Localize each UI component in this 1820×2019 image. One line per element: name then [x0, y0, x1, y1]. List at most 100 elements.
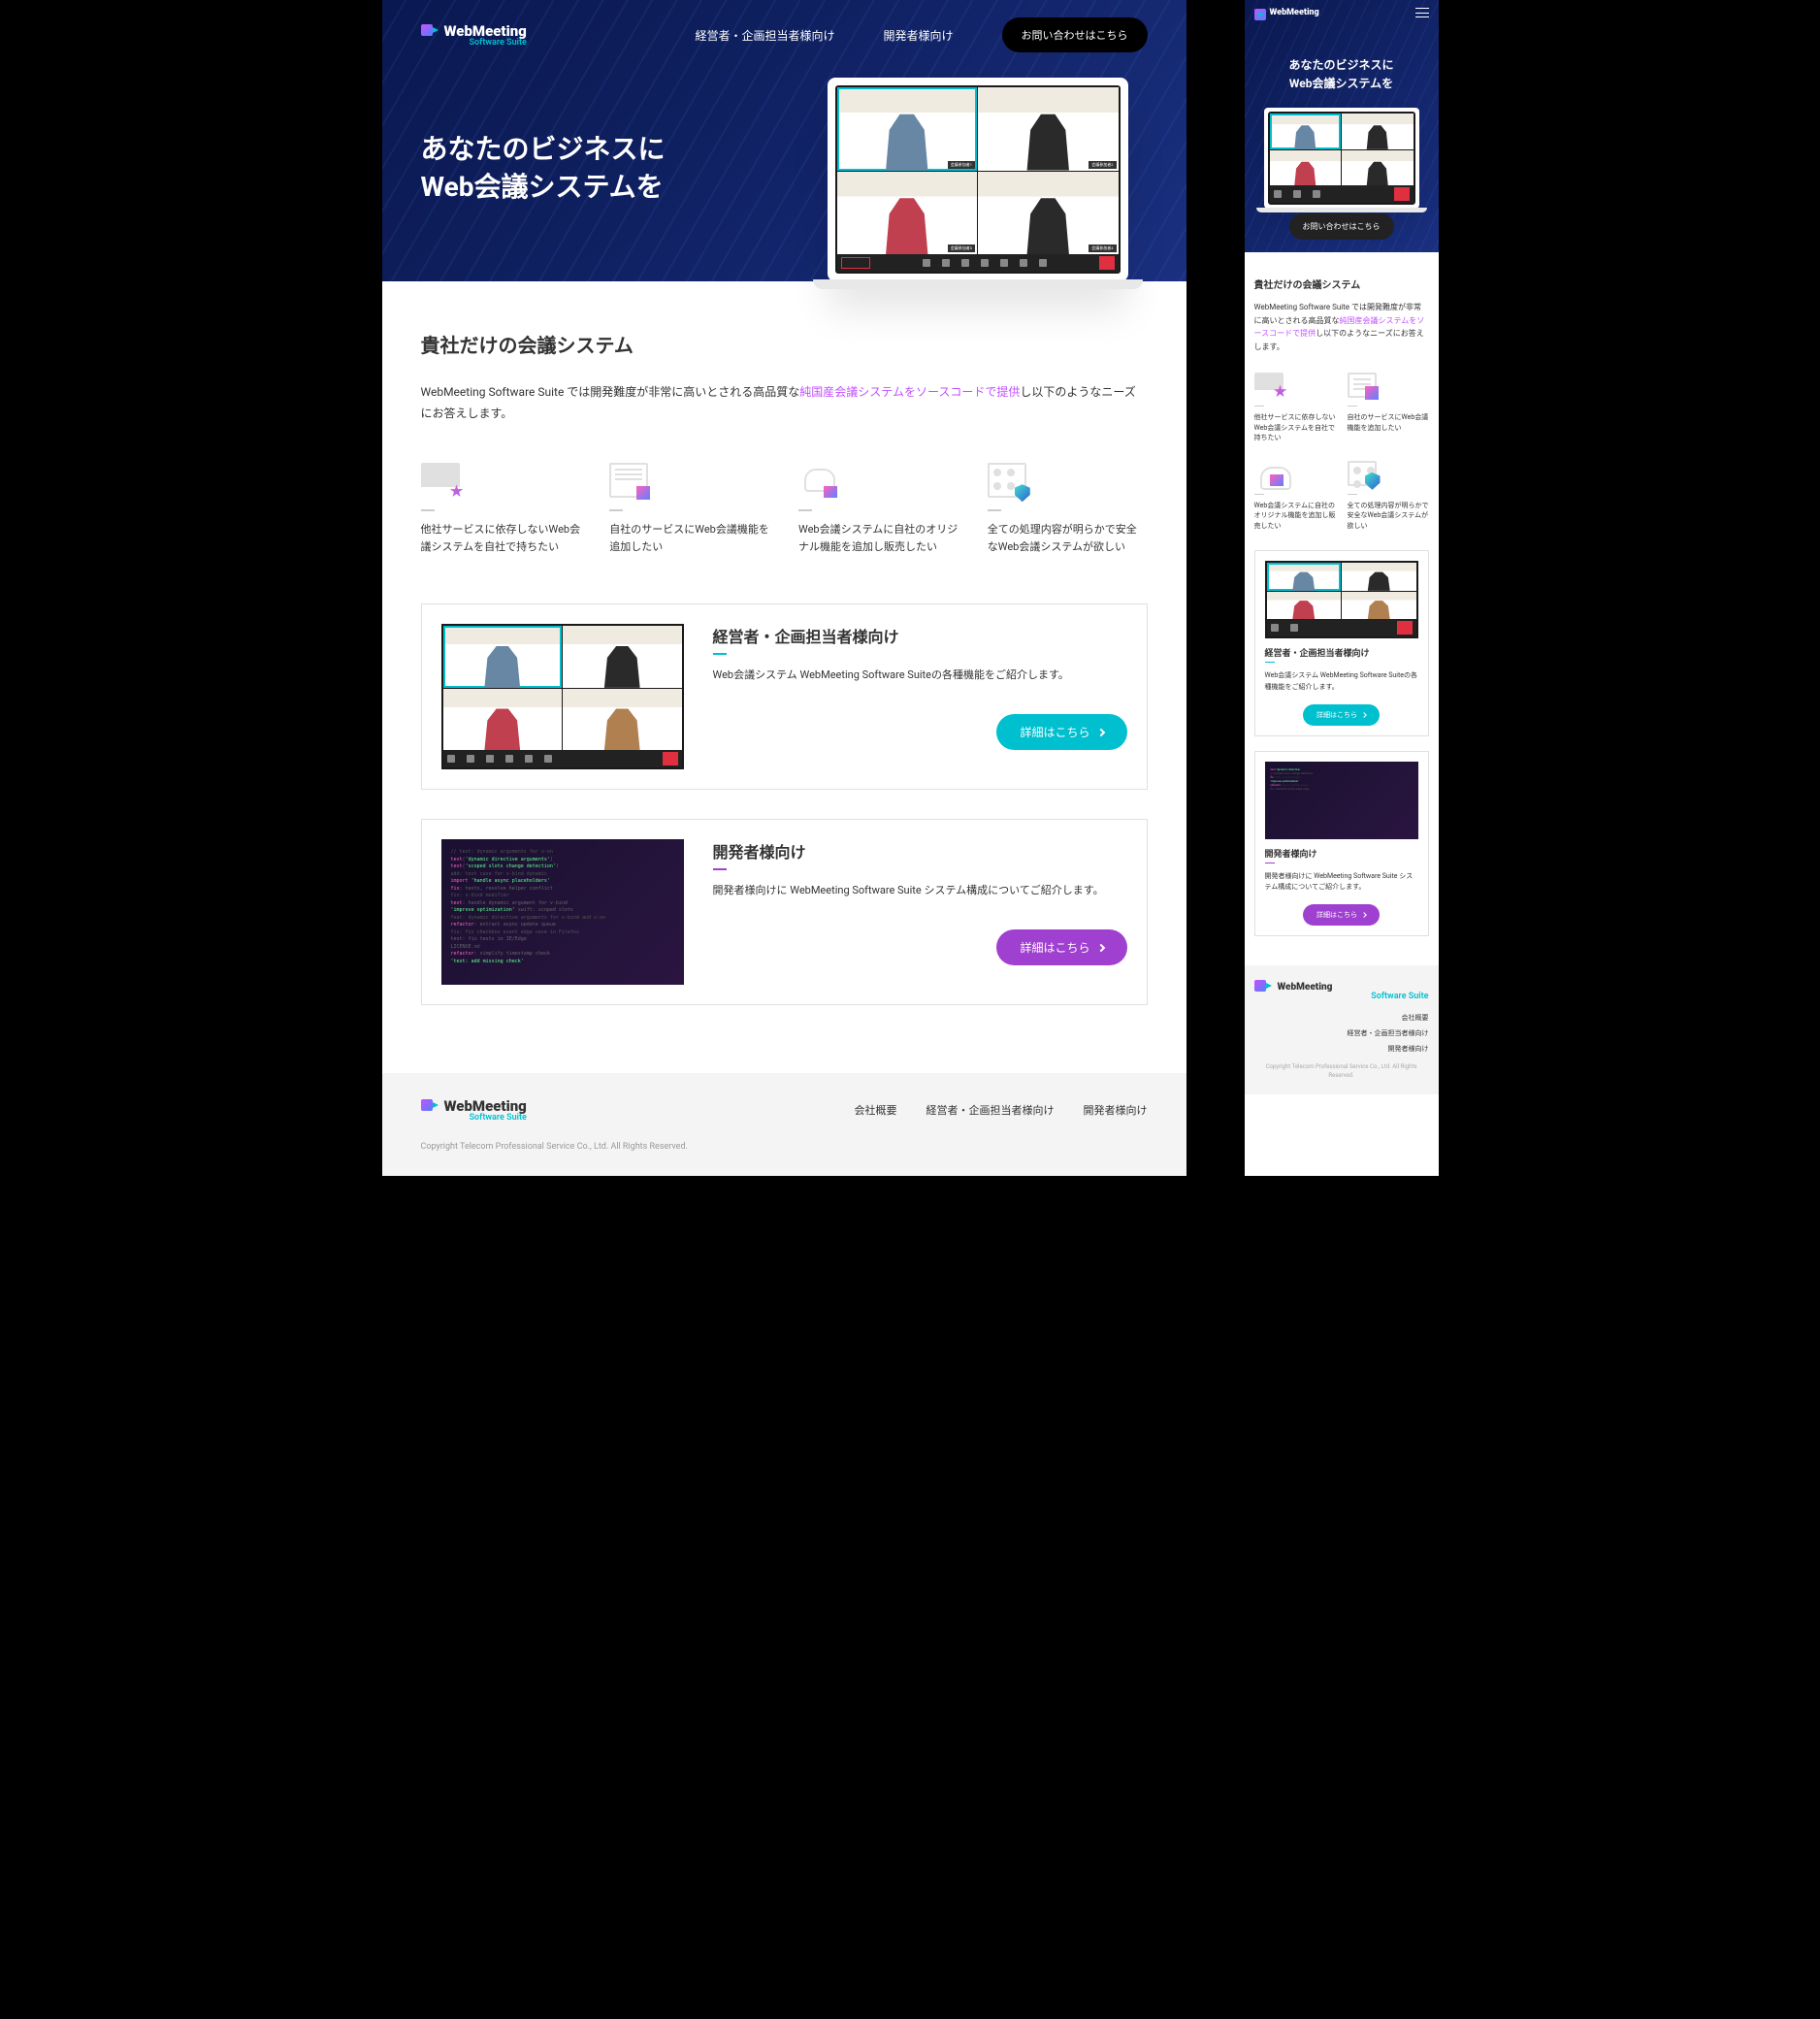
feature-item: 自社のサービスにWeb会議機能を追加したい — [609, 463, 769, 555]
logo-icon — [421, 24, 439, 38]
video-tile: 会議参加者2 — [978, 87, 1119, 171]
feature-item: 全ての処理内容が明らかで安全なWeb会議システムが欲しい — [988, 463, 1148, 555]
main-content: 貴社だけの会議システム WebMeeting Software Suite では… — [1245, 252, 1439, 965]
chevron-right-icon — [1361, 912, 1367, 918]
feature-item: Web会議システムに自社のオリジナル機能を追加し販売したい — [798, 463, 959, 555]
video-tile: 会議参加者1 — [837, 87, 978, 171]
hero-section: WebMeeting あなたのビジネスにWeb会議システムを お問い合わせはこち… — [1245, 0, 1439, 252]
more-icon — [1039, 259, 1047, 267]
features-grid: 他社サービスに依存しないWeb会議システムを自社で持ちたい 自社のサービスにWe… — [421, 463, 1148, 555]
leave-icon — [1099, 256, 1115, 270]
card-image-code: // test: dynamic arguments for v-on test… — [441, 839, 684, 985]
main-nav: WebMeeting Software Suite 経営者・企画担当者様向け 開… — [421, 17, 1148, 52]
footer-logo[interactable]: WebMeeting Software Suite — [421, 1097, 527, 1123]
developer-card: // test: dynamic arguments for v-on test… — [421, 819, 1148, 1005]
nav-link-developer[interactable]: 開発者様向け — [883, 27, 953, 44]
logo-subtitle: Software Suite — [421, 38, 527, 48]
logo-icon — [421, 1099, 439, 1113]
timer-icon — [841, 257, 870, 269]
business-card: 経営者・企画担当者様向け Web会議システム WebMeeting Softwa… — [1254, 550, 1429, 735]
developer-card: test('dynamic directive') // scoped slot… — [1254, 751, 1429, 936]
hero-section: WebMeeting Software Suite 経営者・企画担当者様向け 開… — [382, 0, 1186, 281]
card-title: 経営者・企画担当者様向け — [1265, 646, 1418, 659]
users-shield-icon — [988, 463, 1026, 498]
video-tile — [1270, 150, 1342, 186]
chevron-right-icon — [1096, 728, 1104, 735]
meeting-screen: 会議参加者1 会議参加者2 会議参加者3 会議参加者4 — [835, 85, 1121, 274]
record-icon — [942, 259, 950, 267]
contact-button[interactable]: お問い合わせはこちら — [1289, 213, 1394, 240]
footer-link-developer[interactable]: 開発者様向け — [1084, 1102, 1148, 1118]
nav-link-business[interactable]: 経営者・企画担当者様向け — [695, 27, 834, 44]
menu-icon[interactable] — [1415, 8, 1429, 17]
logo[interactable]: WebMeeting — [1254, 8, 1319, 17]
feature-item: 自社のサービスにWeb会議機能を追加したい — [1348, 373, 1429, 443]
card-title: 開発者様向け — [713, 839, 1127, 863]
hand-icon — [1020, 259, 1027, 267]
footer-logo[interactable]: WebMeeting Software Suite — [1254, 980, 1429, 1001]
share-icon — [923, 259, 930, 267]
card-title: 経営者・企画担当者様向け — [713, 624, 1127, 647]
footer-link-developer[interactable]: 開発者様向け — [1254, 1044, 1429, 1054]
footer-link-business[interactable]: 経営者・企画担当者様向け — [1254, 1028, 1429, 1038]
main-nav: WebMeeting — [1254, 8, 1429, 17]
copyright: Copyright Telecom Professional Service C… — [421, 1142, 1148, 1152]
feature-item: Web会議システムに自社のオリジナル機能を追加し販売したい — [1254, 461, 1336, 532]
window-plus-icon — [1348, 373, 1377, 398]
logo-icon — [1254, 9, 1264, 16]
chevron-right-icon — [1361, 712, 1367, 718]
mute-icon — [961, 259, 969, 267]
details-button-developer[interactable]: 詳細はこちら — [1303, 904, 1380, 926]
video-tile — [1270, 114, 1342, 149]
users-shield-icon — [1348, 461, 1377, 486]
intro-heading: 貴社だけの会議システム — [421, 330, 1148, 358]
feature-item: 他社サービスに依存しないWeb会議システムを自社で持ちたい — [1254, 373, 1336, 443]
meeting-toolbar — [837, 254, 1119, 272]
video-tile — [1342, 150, 1414, 186]
video-tile: 会議参加者3 — [837, 172, 978, 255]
copyright: Copyright Telecom Professional Service C… — [1254, 1063, 1429, 1080]
card-text: Web会議システム WebMeeting Software Suiteの各種機能… — [713, 667, 1127, 685]
details-button-business[interactable]: 詳細はこちら — [1303, 704, 1380, 726]
chat-icon — [1000, 259, 1008, 267]
feature-item: 他社サービスに依存しないWeb会議システムを自社で持ちたい — [421, 463, 581, 555]
card-title: 開発者様向け — [1265, 847, 1418, 860]
main-content: 貴社だけの会議システム WebMeeting Software Suite では… — [382, 281, 1186, 1073]
card-image-meeting — [1265, 561, 1418, 638]
card-text: 開発者様向けに WebMeeting Software Suite システム構成… — [1265, 871, 1418, 893]
video-icon — [981, 259, 989, 267]
mobile-viewport: WebMeeting あなたのビジネスにWeb会議システムを お問い合わせはこち… — [1245, 0, 1439, 1176]
hero-laptop-mockup: 会議参加者1 会議参加者2 会議参加者3 会議参加者4 — [828, 78, 1128, 281]
intro-description: WebMeeting Software Suite では開発難度が非常に高いとさ… — [1254, 301, 1429, 353]
contact-button[interactable]: お問い合わせはこちら — [1002, 17, 1148, 52]
video-tile: 会議参加者4 — [978, 172, 1119, 255]
meeting-toolbar — [1270, 185, 1414, 203]
footer-link-business[interactable]: 経営者・企画担当者様向け — [926, 1102, 1055, 1118]
desktop-viewport: WebMeeting Software Suite 経営者・企画担当者様向け 開… — [382, 0, 1186, 1176]
cloud-box-icon — [798, 463, 837, 498]
monitor-gear-icon — [421, 463, 460, 498]
chevron-right-icon — [1096, 943, 1104, 951]
hero-laptop-mockup — [1264, 108, 1419, 209]
business-card: 経営者・企画担当者様向け Web会議システム WebMeeting Softwa… — [421, 603, 1148, 790]
intro-description: WebMeeting Software Suite では開発難度が非常に高いとさ… — [421, 382, 1148, 424]
logo[interactable]: WebMeeting Software Suite — [421, 22, 527, 48]
details-button-business[interactable]: 詳細はこちら — [996, 714, 1126, 750]
card-text: 開発者様向けに WebMeeting Software Suite システム構成… — [713, 882, 1127, 900]
details-button-developer[interactable]: 詳細はこちら — [996, 929, 1126, 965]
footer: WebMeeting Software Suite 会社概要 経営者・企画担当者… — [382, 1073, 1186, 1176]
card-image-code: test('dynamic directive') // scoped slot… — [1265, 762, 1418, 839]
footer: WebMeeting Software Suite 会社概要 経営者・企画担当者… — [1245, 965, 1439, 1094]
intro-emphasis: 純国産会議システムをソースコードで提供 — [799, 385, 1020, 399]
card-image-meeting — [441, 624, 684, 769]
video-tile — [1342, 114, 1414, 149]
monitor-gear-icon — [1254, 373, 1284, 398]
intro-heading: 貴社だけの会議システム — [1254, 277, 1429, 291]
logo-icon — [1254, 980, 1272, 993]
feature-item: 全ての処理内容が明らかで安全なWeb会議システムが欲しい — [1348, 461, 1429, 532]
features-grid: 他社サービスに依存しないWeb会議システムを自社で持ちたい 自社のサービスにWe… — [1254, 373, 1429, 531]
cloud-box-icon — [1254, 461, 1284, 486]
footer-link-company[interactable]: 会社概要 — [1254, 1013, 1429, 1023]
footer-link-company[interactable]: 会社概要 — [855, 1102, 897, 1118]
window-plus-icon — [609, 463, 648, 498]
